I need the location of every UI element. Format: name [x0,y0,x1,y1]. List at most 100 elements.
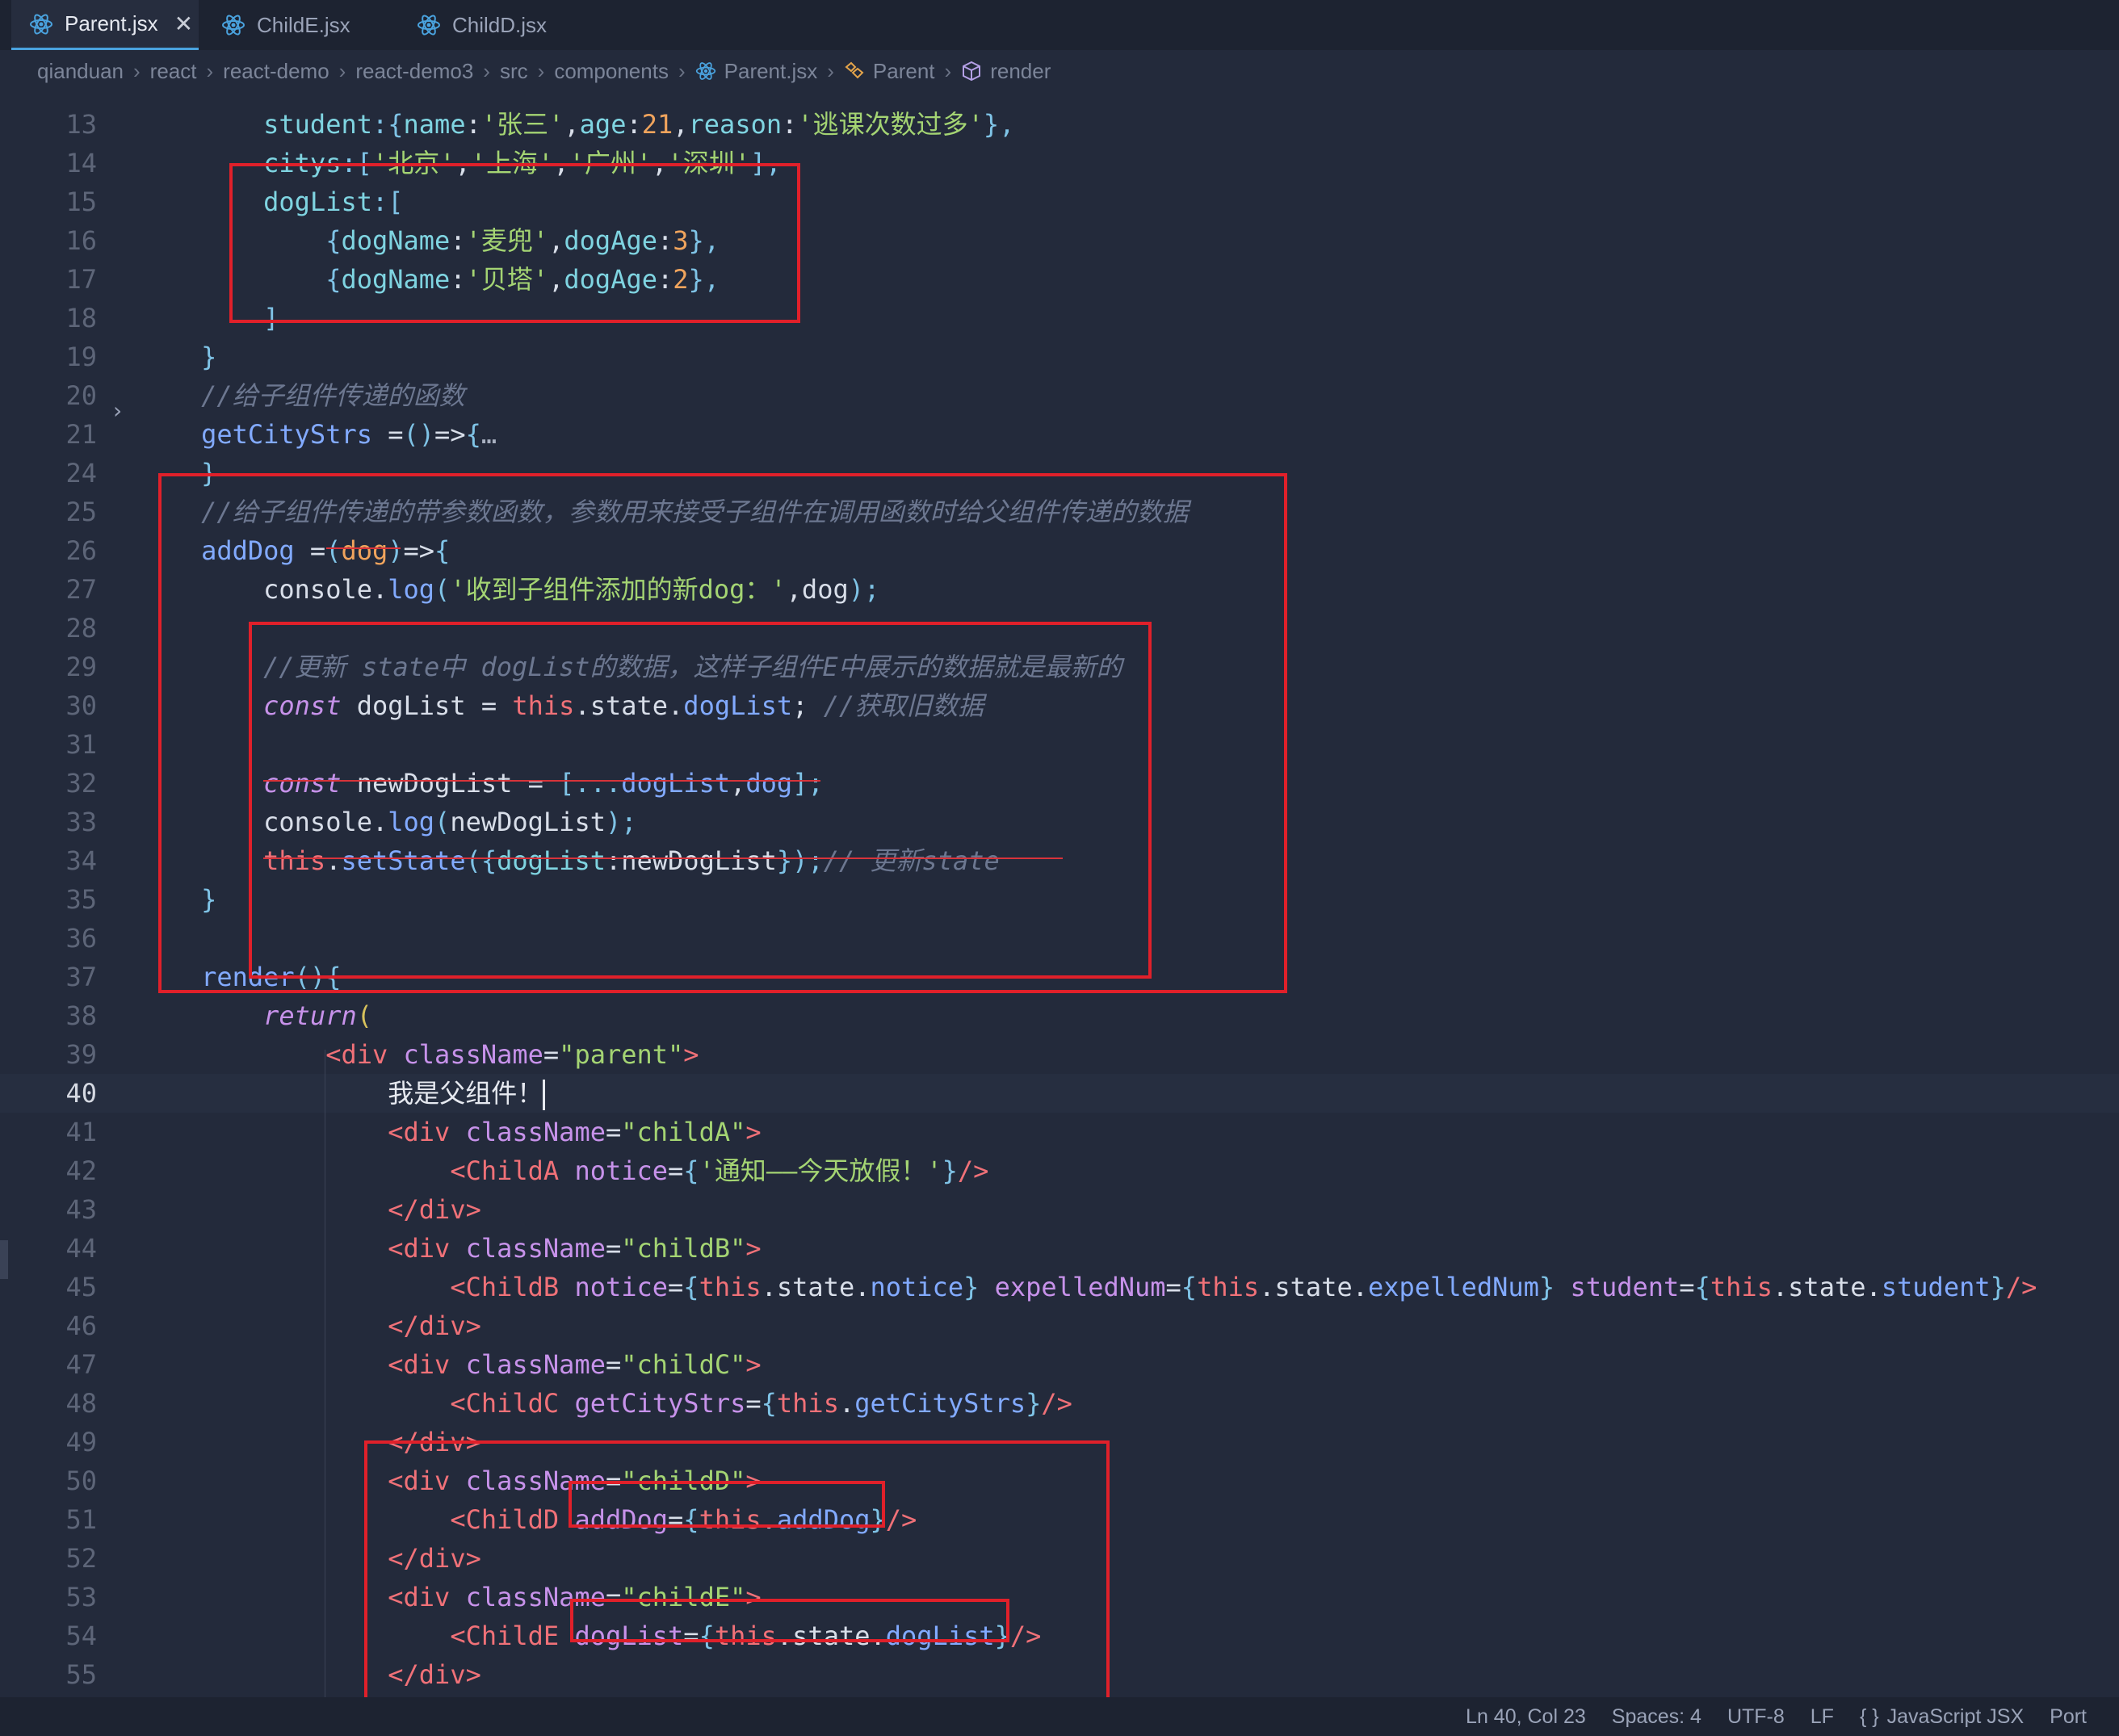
line-number: 30 [65,690,97,721]
code-line[interactable]: 18 ] [0,299,2119,338]
code-line[interactable]: 17 {dogName:'贝塔',dogAge:2}, [0,260,2119,299]
code-token: '张三' [480,109,564,140]
code-token: . [574,690,590,721]
code-line[interactable]: 27 console.log('收到子组件添加的新dog：',dog); [0,570,2119,609]
code-token: // 更新state [823,845,1000,876]
code-line[interactable]: 46 </div> [0,1306,2119,1345]
breadcrumb-item[interactable]: qianduan [37,59,124,84]
breadcrumb-item[interactable]: react-demo [223,59,329,84]
tab-childe-jsx[interactable]: ChildE.jsx [204,0,389,50]
code-line[interactable]: 15 dogList:[ [0,182,2119,221]
code-line[interactable]: 44 <div className="childB"> [0,1229,2119,1268]
code-line[interactable]: 28 [0,609,2119,648]
code-token: : [605,845,622,876]
code-token: <ChildB [450,1272,560,1302]
code-line[interactable]: 32 const newDogList = [...dogList,dog]; [0,764,2119,803]
eol-setting[interactable]: LF [1811,1705,1834,1729]
code-token: this [512,690,575,721]
code-line[interactable]: 48 <ChildC getCityStrs={this.getCityStrs… [0,1384,2119,1423]
code-token: dogList [263,187,372,217]
code-token: :[ [371,187,404,217]
code-token: . [870,1621,886,1651]
code-line[interactable]: 24 } [0,454,2119,493]
scrollbar-marker[interactable] [0,1240,8,1279]
code-line[interactable]: 42 <ChildA notice={'通知——今天放假！'}/> [0,1151,2119,1190]
breadcrumb-item[interactable]: Parent.jsx [724,59,818,84]
code-text: } [139,880,216,919]
code-line[interactable]: 55 </div> [0,1655,2119,1694]
code-line[interactable]: 51 <ChildD addDog={this.addDog}/> [0,1500,2119,1539]
code-token: className [450,1117,606,1147]
code-line[interactable]: 19 } [0,338,2119,376]
code-editor[interactable]: 13 student:{name:'张三',age:21,reason:'逃课次… [0,92,2119,1697]
code-line[interactable]: 36 [0,919,2119,958]
code-token: state [1788,1272,1866,1302]
breadcrumb-item[interactable]: react [150,59,197,84]
code-token: '收到子组件添加的新dog：' [450,574,787,605]
code-line[interactable]: 34 this.setState({dogList:newDogList});/… [0,841,2119,880]
code-token: . [371,807,388,837]
line-number: 26 [65,535,97,566]
indentation-setting[interactable]: Spaces: 4 [1612,1705,1701,1729]
cursor-position[interactable]: Ln 40, Col 23 [1466,1705,1586,1729]
code-line[interactable]: 45 <ChildB notice={this.state.notice} ex… [0,1268,2119,1306]
code-line[interactable]: 13 student:{name:'张三',age:21,reason:'逃课次… [0,105,2119,144]
code-line[interactable]: 16 {dogName:'麦兜',dogAge:3}, [0,221,2119,260]
code-line[interactable]: 38 return( [0,996,2119,1035]
code-line[interactable]: 47 <div className="childC"> [0,1345,2119,1384]
code-token: = [683,1621,699,1651]
code-line[interactable]: 54 <ChildE dogList={this.state.dogList}/… [0,1616,2119,1655]
close-icon[interactable]: ✕ [174,10,193,37]
code-line[interactable]: 14 citys:['北京','上海','广州','深圳'], [0,144,2119,182]
breadcrumb-item[interactable]: render [990,59,1051,84]
code-line[interactable]: 49 </div> [0,1423,2119,1461]
language-mode[interactable]: JavaScript JSX [1887,1705,2025,1729]
code-token: ( [356,1000,372,1031]
code-token: ], [749,148,782,178]
code-line[interactable]: 30 const dogList = this.state.dogList; /… [0,686,2119,725]
status-bar: Ln 40, Col 23 Spaces: 4 UTF-8 LF { } Jav… [0,1697,2119,1736]
code-token: dogName [341,264,451,295]
line-number: 47 [65,1349,97,1380]
code-token: notice [559,1272,669,1302]
code-line[interactable]: 39 <div className="parent"> [0,1035,2119,1074]
code-token: = [605,1349,622,1380]
braces-icon: { } [1859,1705,1879,1728]
code-line[interactable]: 43 </div> [0,1190,2119,1229]
line-number: 35 [65,884,97,915]
code-line[interactable]: 37 render(){ [0,958,2119,996]
code-line[interactable]: 33 console.log(newDogList); [0,803,2119,841]
code-token: ); [848,574,880,605]
fold-chevron-icon[interactable]: › [113,397,122,424]
code-line[interactable]: 50 <div className="childD"> [0,1461,2119,1500]
encoding-setting[interactable]: UTF-8 [1727,1705,1785,1729]
code-line[interactable]: 31 [0,725,2119,764]
code-token: . [668,690,684,721]
code-token: parent [574,1039,669,1070]
breadcrumb-item[interactable]: components [554,59,669,84]
code-token: } [201,342,217,372]
breadcrumb-item[interactable]: react-demo3 [355,59,473,84]
breadcrumb-item[interactable]: src [500,59,528,84]
code-line[interactable]: 53 <div className="childE"> [0,1578,2119,1616]
code-token: <div [388,1233,451,1264]
code-line[interactable]: 20 //给子组件传递的函数 [0,376,2119,415]
code-line[interactable]: 41 <div className="childA"> [0,1113,2119,1151]
code-text: <div className="childB"> [139,1229,761,1268]
code-token: notice [870,1272,964,1302]
tab-parent-jsx[interactable]: Parent.jsx ✕ [11,0,199,50]
code-line[interactable]: 40 我是父组件！ [0,1074,2119,1113]
code-line[interactable]: 25 //给子组件传递的带参数函数，参数用来接受子组件在调用函数时给父组件传递的… [0,493,2119,531]
code-line[interactable]: 29 //更新 state中 dogList的数据，这样子组件E中展示的数据就是… [0,648,2119,686]
code-line[interactable]: 21 getCityStrs =()=>{… [0,415,2119,454]
code-token: } [1990,1272,2006,1302]
code-line[interactable]: 26 addDog =(dog)=>{ [0,531,2119,570]
code-line[interactable]: 35 } [0,880,2119,919]
breadcrumb-item[interactable]: Parent [873,59,935,84]
tab-childd-jsx[interactable]: ChildD.jsx [399,0,585,50]
code-line[interactable]: 52 </div> [0,1539,2119,1578]
port-status[interactable]: Port [2050,1705,2087,1729]
